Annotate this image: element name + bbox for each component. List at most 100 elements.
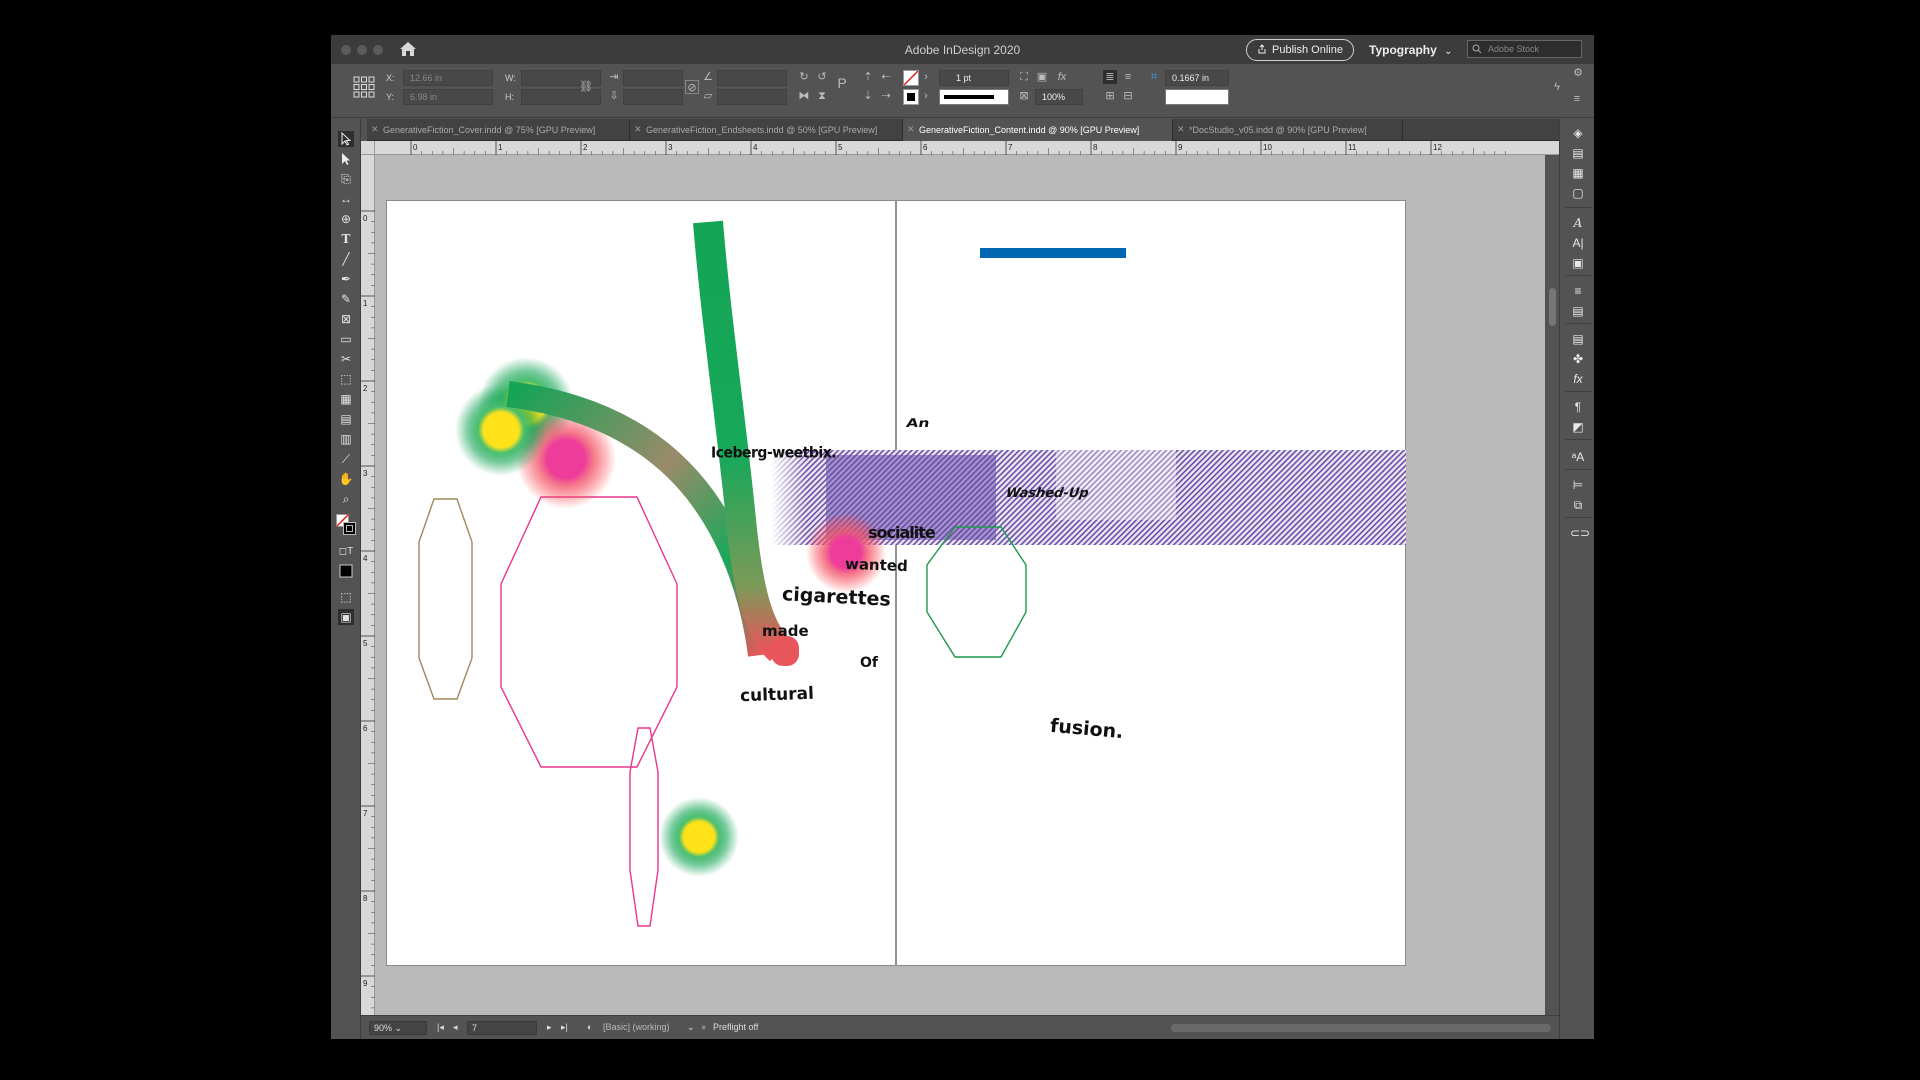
- effects-panel-icon[interactable]: fx: [1570, 371, 1586, 387]
- frame-fitting-icon[interactable]: ⛶: [1017, 70, 1031, 84]
- profile-label[interactable]: [Basic] (working): [603, 1022, 670, 1032]
- pasteboard[interactable]: An Iceberg-weetbix. Washed-Up socialite …: [375, 155, 1545, 1015]
- tab-content[interactable]: ✕ GenerativeFiction_Content.indd @ 90% [G…: [903, 119, 1173, 141]
- opacity-field[interactable]: 100%: [1035, 89, 1083, 105]
- corner-options-icon[interactable]: ⌗: [1147, 70, 1161, 84]
- corner-size-field[interactable]: 0.1667 in: [1165, 70, 1229, 86]
- reference-point-icon[interactable]: [353, 76, 375, 98]
- gradient-swatch-tool-icon[interactable]: ▦: [338, 391, 354, 407]
- fill-swatch[interactable]: [903, 70, 919, 86]
- workspace-switcher[interactable]: Typography ⌄: [1369, 43, 1453, 57]
- links-icon[interactable]: ▦: [1570, 165, 1586, 181]
- line-tool-icon[interactable]: ╱: [338, 251, 354, 267]
- swatches-icon[interactable]: ▤: [1570, 303, 1586, 319]
- x-position-field[interactable]: 12.66 in: [403, 70, 493, 86]
- distribute-icon[interactable]: ⊞: [1103, 89, 1117, 103]
- align-icon[interactable]: ⊨: [1570, 477, 1586, 493]
- pathfinder-icon[interactable]: ⧉: [1570, 497, 1586, 513]
- publish-online-button[interactable]: Publish Online: [1246, 39, 1354, 61]
- word-socialite[interactable]: socialite: [868, 523, 936, 542]
- vertical-scrollbar[interactable]: [1545, 155, 1559, 1015]
- pen-tool-icon[interactable]: ✒: [338, 271, 354, 287]
- selection-tool-icon[interactable]: [338, 131, 354, 147]
- word-an[interactable]: An: [905, 416, 931, 430]
- flip-horizontal-icon[interactable]: ⧓: [797, 89, 811, 103]
- align-center-icon[interactable]: ≡: [1121, 70, 1135, 84]
- paragraph-direction-icon[interactable]: P: [835, 76, 849, 90]
- paragraph-icon[interactable]: ≡: [1570, 283, 1586, 299]
- preflight-label[interactable]: Preflight off: [713, 1022, 758, 1032]
- first-page-icon[interactable]: |◂: [437, 1022, 444, 1033]
- view-mode-icon[interactable]: ⬚: [338, 589, 354, 605]
- select-container-icon[interactable]: ⇡: [861, 70, 875, 84]
- scale-x-field[interactable]: [623, 70, 683, 86]
- page-tool-icon[interactable]: ⎘: [338, 171, 354, 187]
- stroke-type-dropdown[interactable]: [939, 89, 1009, 105]
- scale-y-field[interactable]: [623, 89, 683, 105]
- glyphs-icon[interactable]: ▣: [1570, 255, 1586, 271]
- yellow-glow-dot[interactable]: [659, 797, 739, 877]
- next-page-icon[interactable]: ▸: [547, 1022, 552, 1033]
- tab-docstudio[interactable]: ✕ *DocStudio_v05.indd @ 90% [GPU Preview]: [1173, 119, 1403, 141]
- select-content-icon[interactable]: ⇣: [861, 89, 875, 103]
- glyph-search-icon[interactable]: ᵃA: [1570, 449, 1586, 465]
- rotate-clockwise-icon[interactable]: ↻: [797, 70, 811, 84]
- close-icon[interactable]: ✕: [907, 124, 915, 135]
- constrain-proportions-icon[interactable]: ⛓: [579, 80, 593, 94]
- character-styles-icon[interactable]: A: [1570, 215, 1586, 231]
- chevron-right-icon[interactable]: ›: [921, 89, 931, 103]
- rectangle-tool-icon[interactable]: ▭: [338, 331, 354, 347]
- vertical-ruler[interactable]: 0 1 2 3 4 5 6 7 8 9: [361, 155, 375, 1030]
- paragraph-styles-icon[interactable]: ¶: [1570, 399, 1586, 415]
- y-position-field[interactable]: 6.98 in: [403, 89, 493, 105]
- rotation-angle-field[interactable]: [717, 70, 787, 86]
- word-wanted[interactable]: wanted: [845, 555, 908, 575]
- pencil-tool-icon[interactable]: ✎: [338, 291, 354, 307]
- color-icon[interactable]: ✤: [1570, 351, 1586, 367]
- type-tool-icon[interactable]: T: [338, 231, 354, 247]
- effects-icon[interactable]: fx: [1055, 70, 1069, 84]
- select-previous-icon[interactable]: ⇠: [879, 70, 893, 84]
- direct-selection-tool-icon[interactable]: [338, 151, 354, 167]
- ruler-origin[interactable]: [361, 141, 375, 155]
- adobe-stock-search-input[interactable]: Adobe Stock: [1467, 40, 1582, 58]
- gap-tool-icon[interactable]: ↔: [338, 191, 354, 207]
- scroll-thumb[interactable]: [1171, 1024, 1551, 1032]
- horizontal-ruler[interactable]: 0 1 2 3 4 5 6 7 8 9 10 11 12: [375, 141, 1559, 155]
- close-icon[interactable]: ✕: [634, 124, 642, 135]
- blue-bar[interactable]: [980, 248, 1126, 258]
- large-octagon-pink[interactable]: [500, 496, 678, 768]
- chevron-down-icon[interactable]: ⌄: [687, 1022, 695, 1033]
- word-washed-up[interactable]: Washed-Up: [1005, 486, 1090, 501]
- close-icon[interactable]: ✕: [1177, 124, 1185, 135]
- word-cultural[interactable]: cultural: [740, 684, 815, 707]
- gear-icon[interactable]: ⚙: [1571, 66, 1585, 80]
- word-of[interactable]: Of: [860, 655, 878, 671]
- content-collector-icon[interactable]: ⊕: [338, 211, 354, 227]
- tab-endsheets[interactable]: ✕ GenerativeFiction_Endsheets.indd @ 50% …: [630, 119, 903, 141]
- close-icon[interactable]: ✕: [371, 124, 379, 135]
- lock-scale-icon[interactable]: ⊘: [685, 80, 699, 94]
- lightning-icon[interactable]: ϟ: [1550, 80, 1564, 94]
- object-styles-icon[interactable]: ◩: [1570, 419, 1586, 435]
- word-made[interactable]: made: [762, 622, 809, 640]
- apply-color-icon[interactable]: [338, 564, 354, 580]
- tab-cover[interactable]: ✕ GenerativeFiction_Cover.indd @ 75% [GPU…: [367, 119, 630, 141]
- note-tool-icon[interactable]: ▥: [338, 431, 354, 447]
- chevron-right-icon[interactable]: ›: [921, 70, 931, 84]
- last-page-icon[interactable]: ▸|: [561, 1022, 568, 1033]
- scissors-tool-icon[interactable]: ✂: [338, 351, 354, 367]
- octagon-green[interactable]: [926, 526, 1027, 658]
- word-iceberg[interactable]: Iceberg-weetbix.: [711, 444, 837, 462]
- hand-tool-icon[interactable]: ✋: [338, 471, 354, 487]
- distribute-spacing-icon[interactable]: ⊟: [1121, 89, 1135, 103]
- corner-shape-dropdown[interactable]: [1165, 89, 1229, 105]
- stroke-swatch[interactable]: [903, 89, 919, 105]
- gradient-feather-tool-icon[interactable]: ▤: [338, 411, 354, 427]
- layers-icon[interactable]: ◈: [1570, 125, 1586, 141]
- hyperlinks-icon[interactable]: ⊂⊃: [1570, 525, 1590, 541]
- previous-page-icon[interactable]: ◂: [453, 1022, 458, 1033]
- text-wrap-icon[interactable]: ▤: [1570, 331, 1586, 347]
- frame-options-icon[interactable]: ▣: [1035, 70, 1049, 84]
- eyedropper-tool-icon[interactable]: ⟋: [338, 451, 354, 467]
